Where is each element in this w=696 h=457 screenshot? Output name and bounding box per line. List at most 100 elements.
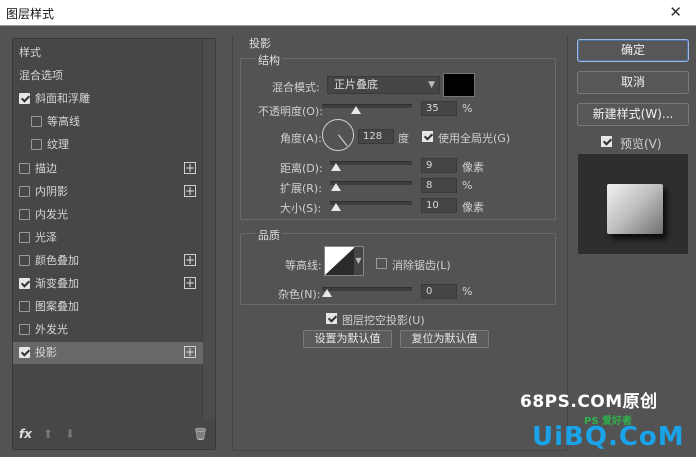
noise-unit: % <box>462 285 473 298</box>
watermark-68ps: 68PS.COM原创 <box>520 392 658 412</box>
knockout-label: 图层挖空投影(U) <box>342 314 425 327</box>
contour-curve-icon <box>325 247 355 275</box>
style-list-item[interactable]: 斜面和浮雕 <box>13 88 203 110</box>
distance-field[interactable]: 9 <box>421 158 457 173</box>
style-checkbox[interactable] <box>19 93 30 105</box>
angle-field[interactable]: 128 <box>358 129 394 144</box>
opacity-label: 不透明度(O): <box>258 105 323 118</box>
style-list-item[interactable]: 投影 + <box>13 342 203 365</box>
add-icon[interactable]: + <box>184 277 196 289</box>
add-icon[interactable]: + <box>184 346 196 359</box>
style-list-item[interactable]: 光泽 <box>13 227 203 249</box>
style-list-item[interactable]: 内发光 <box>13 204 203 226</box>
style-list-item[interactable]: 颜色叠加 + <box>13 250 203 272</box>
quality-title: 品质 <box>256 227 282 243</box>
angle-label: 角度(A): <box>280 132 322 145</box>
style-list-label: 斜面和浮雕 <box>35 92 90 106</box>
preview-checkbox[interactable] <box>601 136 612 147</box>
blend-mode-label: 混合模式: <box>272 81 320 94</box>
global-light-label: 使用全局光(G) <box>438 132 511 145</box>
style-list-item[interactable]: 渐变叠加 + <box>13 273 203 295</box>
opacity-unit: % <box>462 102 473 115</box>
style-list-label: 等高线 <box>47 115 80 129</box>
style-list-panel: 样式 混合选项斜面和浮雕等高线纹理描边 + 内阴影 + 内发光光泽颜色叠加 + 渐变叠加 + 图案… <box>12 38 216 450</box>
noise-field[interactable]: 0 <box>421 284 457 299</box>
make-default-button[interactable]: 设置为默认值 <box>303 330 392 348</box>
chevron-down-icon[interactable]: ▼ <box>354 247 363 275</box>
global-light-checkbox[interactable] <box>422 131 433 142</box>
spread-slider[interactable] <box>330 181 412 185</box>
spread-slider-thumb[interactable] <box>331 183 341 191</box>
add-icon[interactable]: + <box>184 253 196 266</box>
style-checkbox[interactable] <box>31 139 42 151</box>
contour-picker[interactable]: ▼ <box>324 246 364 276</box>
style-list-item[interactable]: 混合选项 <box>13 65 203 87</box>
spread-unit: % <box>462 179 473 192</box>
cancel-button[interactable]: 取消 <box>577 71 689 94</box>
opacity-field[interactable]: 35 <box>421 101 457 116</box>
noise-slider[interactable] <box>322 287 412 291</box>
list-toolbar: fx ⬆ ⬇ 🗑 <box>13 419 215 449</box>
style-list-item[interactable]: 外发光 <box>13 319 203 341</box>
size-label: 大小(S): <box>280 202 322 215</box>
distance-slider-thumb[interactable] <box>331 163 341 171</box>
scrollbar[interactable] <box>202 39 215 419</box>
trash-icon[interactable]: 🗑 <box>193 427 208 441</box>
angle-dial[interactable] <box>322 119 354 151</box>
antialias-checkbox[interactable] <box>376 258 387 269</box>
new-style-button[interactable]: 新建样式(W)... <box>577 103 689 126</box>
style-list-label: 颜色叠加 <box>35 253 79 267</box>
add-icon[interactable]: + <box>184 161 196 174</box>
style-list-item[interactable]: 描边 + <box>13 158 203 180</box>
opacity-slider[interactable] <box>322 104 412 108</box>
style-list-item[interactable]: 等高线 <box>13 111 203 133</box>
size-slider[interactable] <box>330 201 412 205</box>
style-list-label: 图案叠加 <box>35 300 79 314</box>
style-checkbox[interactable] <box>19 347 30 359</box>
angle-unit: 度 <box>398 132 409 145</box>
style-list-item[interactable]: 纹理 <box>13 134 203 156</box>
fx-icon[interactable]: fx <box>19 427 32 441</box>
style-checkbox[interactable] <box>19 185 30 197</box>
distance-slider[interactable] <box>330 161 412 165</box>
style-list-label: 渐变叠加 <box>35 277 79 290</box>
style-checkbox[interactable] <box>19 208 30 220</box>
style-list-label: 纹理 <box>47 138 69 152</box>
style-list-item[interactable]: 内阴影 + <box>13 181 203 203</box>
watermark-uibq: PS 爱好者 UiBQ.CoM <box>532 412 692 456</box>
ok-button[interactable]: 确定 <box>577 39 689 62</box>
style-checkbox[interactable] <box>19 254 30 266</box>
style-list-label: 内阴影 <box>35 184 68 198</box>
move-up-icon[interactable]: ⬆ <box>43 427 53 441</box>
blend-mode-value: 正片叠底 <box>334 78 378 91</box>
move-down-icon[interactable]: ⬇ <box>65 427 75 441</box>
size-field[interactable]: 10 <box>421 198 457 213</box>
style-list-item[interactable]: 图案叠加 <box>13 296 203 318</box>
spread-label: 扩展(R): <box>280 182 322 195</box>
preview-square <box>607 184 663 234</box>
style-list-label: 光泽 <box>35 230 57 244</box>
style-list-label: 内发光 <box>35 207 68 221</box>
add-icon[interactable]: + <box>184 184 196 197</box>
blend-mode-select[interactable]: 正片叠底 ▼ <box>327 76 440 94</box>
style-checkbox[interactable] <box>19 231 30 243</box>
style-checkbox[interactable] <box>19 301 30 313</box>
style-checkbox[interactable] <box>31 116 42 128</box>
opacity-slider-thumb[interactable] <box>351 106 361 114</box>
spread-field[interactable]: 8 <box>421 178 457 193</box>
close-icon[interactable]: ✕ <box>669 3 682 21</box>
style-checkbox[interactable] <box>19 278 30 289</box>
size-slider-thumb[interactable] <box>331 203 341 211</box>
style-checkbox[interactable] <box>19 162 30 174</box>
noise-slider-thumb[interactable] <box>322 289 332 297</box>
style-checkbox[interactable] <box>19 324 30 336</box>
window-title: 图层样式 <box>6 7 55 21</box>
noise-label: 杂色(N): <box>278 288 321 301</box>
preview-label: 预览(V) <box>620 137 662 151</box>
style-list-item[interactable]: 样式 <box>13 42 203 64</box>
knockout-checkbox[interactable] <box>326 313 337 324</box>
chevron-down-icon: ▼ <box>428 80 435 90</box>
reset-default-button[interactable]: 复位为默认值 <box>400 330 489 348</box>
shadow-color-swatch[interactable] <box>443 73 475 97</box>
distance-label: 距离(D): <box>280 162 323 175</box>
